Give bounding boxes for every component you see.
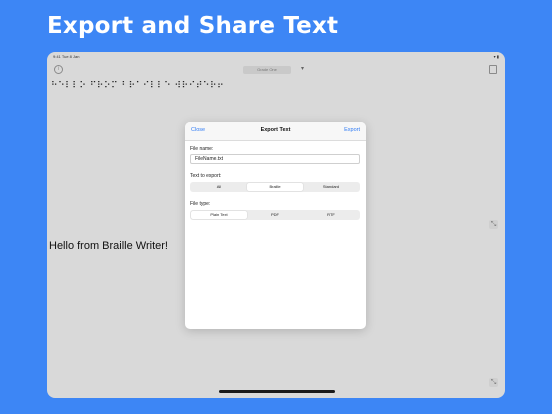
toolbar: i Grade One ▾ [47,62,505,76]
braille-text-line: ⠓⠑⠇⠇⠕ ⠋⠗⠕⠍ ⠃⠗⠁⠊⠇⠇⠑ ⠺⠗⠊⠞⠑⠗⠖ [51,81,225,91]
page-headline: Export and Share Text [47,13,339,39]
share-icon[interactable] [489,65,497,74]
export-button[interactable]: Export [344,127,360,133]
info-icon[interactable]: i [54,65,63,74]
segment-all[interactable]: All [191,183,247,191]
status-icons: ▾ ▮ [493,54,499,59]
segment-standard[interactable]: Standard [303,183,359,191]
grade-selector[interactable]: Grade One [243,66,291,74]
segment-plain-text[interactable]: Plain Text [191,211,247,219]
text-to-export-label: Text to export: [190,173,222,179]
dialog-title: Export Text [260,127,291,133]
status-bar: 9:41 Tue 8 Jan ▾ ▮ [47,52,505,62]
file-name-label: File name: [190,146,214,152]
file-type-label: File type: [190,201,211,207]
segment-braille[interactable]: Braille [247,183,303,191]
export-text-dialog: Close Export Text Export File name: File… [185,122,366,329]
chevron-down-icon[interactable]: ▾ [301,65,304,72]
segment-pdf[interactable]: PDF [247,211,303,219]
resize-icon[interactable]: ⤡ [489,378,498,387]
ipad-screen: 9:41 Tue 8 Jan ▾ ▮ i Grade One ▾ ⠓⠑⠇⠇⠕ ⠋… [47,52,505,398]
resize-icon[interactable]: ⤡ [489,220,498,229]
standard-text-line: Hello from Braille Writer! [49,240,168,252]
status-time: 9:41 Tue 8 Jan [53,54,80,59]
file-type-segmented-control: Plain Text PDF RTF [190,210,360,220]
home-indicator [219,390,335,393]
dialog-header: Close Export Text Export [185,122,366,141]
file-name-input[interactable]: FileName.txt [190,154,360,164]
text-to-export-segmented-control: All Braille Standard [190,182,360,192]
segment-rtf[interactable]: RTF [303,211,359,219]
